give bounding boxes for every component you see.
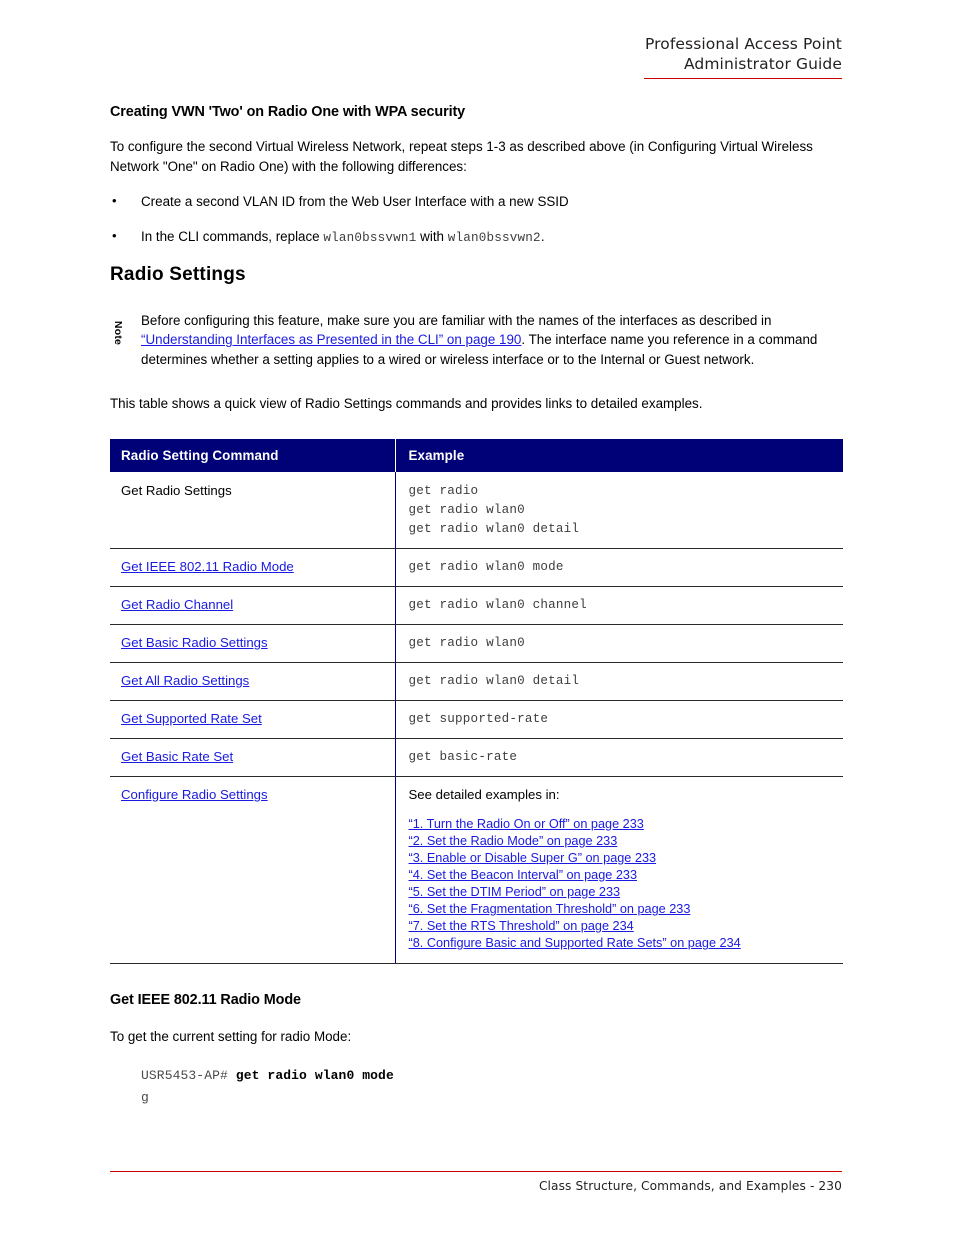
list-item: Create a second VLAN ID from the Web Use… bbox=[110, 191, 843, 211]
cli-code-block: USR5453-AP# get radio wlan0 mode g bbox=[110, 1065, 843, 1109]
example-line: get radio wlan0 bbox=[408, 502, 525, 517]
table-row: Configure Radio Settings See detailed ex… bbox=[110, 776, 843, 964]
cli-example-heading: Get IEEE 802.11 Radio Mode bbox=[110, 991, 301, 1008]
table-row: Get IEEE 802.11 Radio Mode get radio wla… bbox=[110, 548, 843, 587]
note-label-text: Note bbox=[112, 320, 124, 346]
subsection-intro-paragraph: To configure the second Virtual Wireless… bbox=[110, 139, 813, 174]
example-line: get radio wlan0 channel bbox=[408, 597, 587, 612]
cell-command: Get Supported Rate Set bbox=[110, 700, 395, 739]
cli-prompt: USR5453-AP# bbox=[141, 1068, 228, 1084]
example-lead-text: See detailed examples in: bbox=[408, 786, 560, 802]
cli-command: get radio wlan0 mode bbox=[235, 1068, 394, 1084]
cell-example: get radio get radio wlan0 get radio wlan… bbox=[394, 471, 843, 549]
table-header-row: Radio Setting Command Example bbox=[110, 438, 843, 472]
table-row: Get Basic Radio Settings get radio wlan0 bbox=[110, 624, 843, 663]
example-line: get radio wlan0 detail bbox=[408, 673, 580, 688]
link-turn-radio-on-or-off[interactable]: “1. Turn the Radio On or Off” on page 23… bbox=[409, 816, 838, 833]
table-intro-paragraph: This table shows a quick view of Radio S… bbox=[110, 396, 703, 412]
document-body: Creating VWN 'Two' on Radio One with WPA… bbox=[110, 104, 843, 1109]
table-head: Radio Setting Command Example bbox=[110, 438, 843, 472]
cell-command: Configure Radio Settings bbox=[110, 776, 395, 964]
cell-command: Get IEEE 802.11 Radio Mode bbox=[110, 548, 395, 587]
cell-command: Get Radio Channel bbox=[110, 586, 395, 625]
note-body: Before configuring this feature, make su… bbox=[141, 311, 843, 369]
example-line: get radio wlan0 bbox=[408, 635, 525, 650]
list-item: In the CLI commands, replace wlan0bssvwn… bbox=[110, 226, 843, 248]
bullet-text-end: . bbox=[540, 229, 545, 244]
differences-bullet-list: Create a second VLAN ID from the Web Use… bbox=[110, 191, 843, 248]
note-block: Note Before configuring this feature, ma… bbox=[110, 311, 843, 369]
link-understanding-interfaces-cli[interactable]: “Understanding Interfaces as Presented i… bbox=[141, 332, 521, 347]
column-header-command: Radio Setting Command bbox=[110, 438, 395, 472]
footer-rule bbox=[110, 1171, 842, 1172]
bullet-text: Create a second VLAN ID from the Web Use… bbox=[141, 194, 569, 209]
link-enable-or-disable-super-g[interactable]: “3. Enable or Disable Super G” on page 2… bbox=[409, 850, 838, 867]
header-title-line2: Administrator Guide bbox=[683, 55, 842, 73]
cell-command: Get Basic Radio Settings bbox=[110, 624, 395, 663]
cli-command-line: USR5453-AP# get radio wlan0 mode bbox=[141, 1065, 843, 1087]
inline-code-wlan0bssvwn2: wlan0bssvwn2 bbox=[447, 231, 541, 245]
cli-example-section: Get IEEE 802.11 Radio Mode To get the cu… bbox=[110, 992, 843, 1110]
table-row: Get Supported Rate Set get supported-rat… bbox=[110, 700, 843, 739]
page-title: Radio Settings bbox=[110, 264, 246, 285]
radio-settings-command-table: Radio Setting Command Example Get Radio … bbox=[110, 438, 843, 964]
cli-example-intro: To get the current setting for radio Mod… bbox=[110, 1028, 352, 1044]
link-set-the-dtim-period[interactable]: “5. Set the DTIM Period” on page 233 bbox=[409, 884, 838, 901]
table-row: Get Radio Settings get radio get radio w… bbox=[110, 471, 843, 549]
bullet-text-mid: with bbox=[416, 229, 448, 244]
cell-example: get radio wlan0 bbox=[394, 624, 843, 663]
example-line: get supported-rate bbox=[408, 711, 549, 726]
column-header-example: Example bbox=[394, 438, 843, 472]
bullet-text: In the CLI commands, replace bbox=[141, 229, 324, 244]
table-row: Get Radio Channel get radio wlan0 channe… bbox=[110, 586, 843, 625]
cell-example: get radio wlan0 detail bbox=[394, 662, 843, 701]
link-get-basic-rate-set[interactable]: Get Basic Rate Set bbox=[121, 749, 233, 764]
link-get-all-radio-settings[interactable]: Get All Radio Settings bbox=[121, 673, 249, 688]
detailed-example-link-list: “1. Turn the Radio On or Off” on page 23… bbox=[409, 816, 838, 953]
table-row: Get All Radio Settings get radio wlan0 d… bbox=[110, 662, 843, 701]
cell-example: See detailed examples in: “1. Turn the R… bbox=[394, 776, 843, 964]
header-rule bbox=[644, 78, 842, 79]
link-configure-basic-and-supported-rate-sets[interactable]: “8. Configure Basic and Supported Rate S… bbox=[409, 935, 838, 952]
footer-text: Class Structure, Commands, and Examples … bbox=[538, 1179, 842, 1193]
cli-output-line: g bbox=[141, 1090, 149, 1106]
link-get-radio-channel[interactable]: Get Radio Channel bbox=[121, 597, 233, 612]
example-line: get basic-rate bbox=[408, 749, 518, 764]
table-row: Get Basic Rate Set get basic-rate bbox=[110, 738, 843, 777]
cell-example: get basic-rate bbox=[394, 738, 843, 777]
header-title-line1: Professional Access Point bbox=[644, 35, 842, 53]
cell-example: get radio wlan0 mode bbox=[394, 548, 843, 587]
link-get-basic-radio-settings[interactable]: Get Basic Radio Settings bbox=[121, 635, 268, 650]
link-get-ieee-80211-radio-mode[interactable]: Get IEEE 802.11 Radio Mode bbox=[121, 559, 294, 574]
subsection-heading: Creating VWN 'Two' on Radio One with WPA… bbox=[110, 104, 466, 120]
example-line: get radio bbox=[408, 483, 479, 498]
document-page: Professional Access Point Administrator … bbox=[0, 0, 954, 1235]
cell-command: Get Radio Settings bbox=[110, 471, 395, 549]
link-configure-radio-settings[interactable]: Configure Radio Settings bbox=[121, 787, 268, 802]
link-get-supported-rate-set[interactable]: Get Supported Rate Set bbox=[121, 711, 262, 726]
link-set-the-fragmentation-threshold[interactable]: “6. Set the Fragmentation Threshold” on … bbox=[409, 901, 838, 918]
note-text-part1: Before configuring this feature, make su… bbox=[141, 313, 772, 328]
document-header: Professional Access Point Administrator … bbox=[422, 34, 842, 79]
link-set-the-beacon-interval[interactable]: “4. Set the Beacon Interval” on page 233 bbox=[409, 867, 838, 884]
table-body: Get Radio Settings get radio get radio w… bbox=[110, 471, 843, 964]
example-line: get radio wlan0 mode bbox=[408, 559, 564, 574]
document-footer: Class Structure, Commands, and Examples … bbox=[110, 1171, 842, 1193]
link-set-the-rts-threshold[interactable]: “7. Set the RTS Threshold” on page 234 bbox=[409, 918, 838, 935]
link-set-the-radio-mode[interactable]: “2. Set the Radio Mode” on page 233 bbox=[409, 833, 838, 850]
cell-example: get supported-rate bbox=[394, 700, 843, 739]
note-label-rotated: Note bbox=[110, 313, 126, 353]
cell-example: get radio wlan0 channel bbox=[394, 586, 843, 625]
cell-command: Get All Radio Settings bbox=[110, 662, 395, 701]
cell-command: Get Basic Rate Set bbox=[110, 738, 395, 777]
inline-code-wlan0bssvwn1: wlan0bssvwn1 bbox=[323, 231, 417, 245]
example-line: get radio wlan0 detail bbox=[408, 521, 580, 536]
